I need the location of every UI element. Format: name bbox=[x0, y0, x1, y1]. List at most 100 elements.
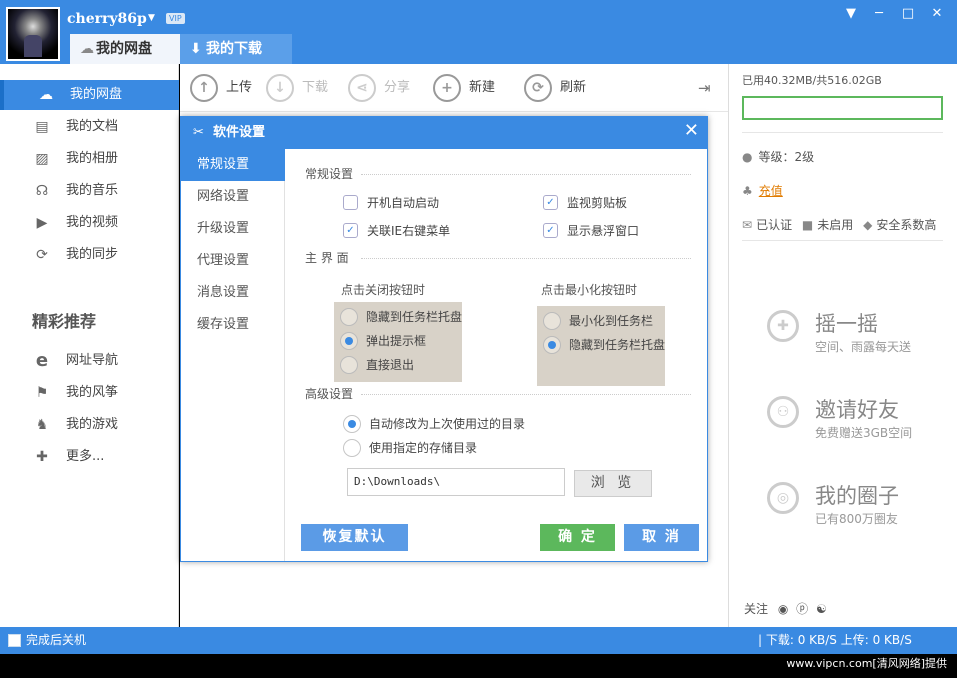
close-icon[interactable]: ✕ bbox=[684, 117, 699, 145]
verified-text[interactable]: 已认证 bbox=[756, 218, 792, 232]
promo-invite[interactable]: ⚇ 邀请好友 免费赠送3GB空间 bbox=[767, 396, 947, 456]
cancel-button[interactable]: 取 消 bbox=[624, 524, 699, 551]
status-bar: 完成后关机 | 下载: 0 KB/S 上传: 0 KB/S bbox=[0, 627, 957, 654]
min-opt-taskbar[interactable]: 最小化到任务栏 bbox=[543, 312, 653, 330]
section-main-ui: 主 界 面 bbox=[305, 251, 349, 265]
close-opt-exit[interactable]: 直接退出 bbox=[340, 356, 414, 374]
sidebar-item-label: 我的同步 bbox=[66, 247, 119, 262]
level-info: ● 等级：2级 bbox=[742, 148, 814, 165]
sidebar-item-photos[interactable]: ▨ 我的相册 bbox=[0, 144, 179, 174]
download-button[interactable]: ↓ 下载 bbox=[266, 74, 328, 102]
username[interactable]: cherry86p bbox=[67, 11, 147, 27]
qzone-icon[interactable]: ◉ bbox=[778, 602, 788, 616]
sidebar-item-games[interactable]: ♞ 我的游戏 bbox=[0, 410, 179, 440]
settings-nav: 常规设置 网络设置 升级设置 代理设置 消息设置 缓存设置 bbox=[181, 149, 285, 561]
radio-label: 隐藏到任务栏托盘 bbox=[366, 310, 463, 324]
sidebar-item-label: 网址导航 bbox=[66, 353, 119, 368]
sidebar-item-disk[interactable]: ☁ 我的网盘 bbox=[0, 80, 179, 110]
sidebar-item-docs[interactable]: ▤ 我的文档 bbox=[0, 112, 179, 142]
mail-icon: ✉ bbox=[742, 218, 753, 232]
logout-icon[interactable]: ⇥ bbox=[698, 79, 711, 97]
club-icon: ♣ bbox=[742, 184, 753, 198]
sidebar-item-more[interactable]: ✚ 更多... bbox=[0, 442, 179, 472]
sina-weibo-icon[interactable]: ☯ bbox=[816, 602, 827, 616]
friends-icon: ⚇ bbox=[767, 396, 799, 428]
radio[interactable] bbox=[340, 308, 358, 326]
promo-subtitle: 免费赠送3GB空间 bbox=[815, 426, 913, 440]
radio[interactable] bbox=[340, 332, 358, 350]
restore-defaults-button[interactable]: 恢复默认 bbox=[301, 524, 408, 551]
shutdown-checkbox[interactable] bbox=[8, 634, 21, 647]
new-button[interactable]: + 新建 bbox=[433, 74, 495, 102]
float-window-checkbox[interactable]: ✓ 显示悬浮窗口 bbox=[543, 222, 639, 240]
sidebar-item-label: 我的视频 bbox=[66, 215, 119, 230]
autostart-checkbox[interactable]: 开机自动启动 bbox=[343, 194, 439, 212]
upload-label: 上传 bbox=[226, 80, 253, 95]
avatar[interactable] bbox=[6, 7, 60, 61]
custom-dir-radio[interactable]: 使用指定的存储目录 bbox=[343, 439, 477, 457]
cloud-icon: ☁ bbox=[39, 87, 53, 103]
not-enabled-text[interactable]: 未启用 bbox=[817, 218, 853, 232]
checkbox[interactable] bbox=[343, 195, 358, 210]
maximize-icon[interactable]: □ bbox=[897, 5, 919, 23]
radio[interactable] bbox=[543, 336, 561, 354]
tab-proxy[interactable]: 代理设置 bbox=[181, 245, 285, 277]
radio[interactable] bbox=[543, 312, 561, 330]
sidebar-item-music[interactable]: ☊ 我的音乐 bbox=[0, 176, 179, 206]
checkbox[interactable]: ✓ bbox=[543, 195, 558, 210]
sidebar: ☁ 我的网盘 ▤ 我的文档 ▨ 我的相册 ☊ 我的音乐 ▶ 我的视频 ⟳ 我的同步 精彩推荐… bbox=[0, 64, 179, 627]
min-opt-tray[interactable]: 隐藏到任务栏托盘 bbox=[543, 336, 665, 354]
divider bbox=[361, 174, 691, 175]
ok-button[interactable]: 确 定 bbox=[540, 524, 615, 551]
monitor-clipboard-checkbox[interactable]: ✓ 监视剪贴板 bbox=[543, 194, 627, 212]
close-icon[interactable]: ✕ bbox=[926, 5, 948, 23]
radio[interactable] bbox=[343, 415, 361, 433]
document-icon: ▤ bbox=[35, 119, 49, 135]
share-icon: ⋖ bbox=[348, 74, 376, 102]
sidebar-item-kite[interactable]: ⚑ 我的风筝 bbox=[0, 378, 179, 408]
promo-circle[interactable]: ◎ 我的圈子 已有800万圈友 bbox=[767, 482, 947, 542]
browse-button[interactable]: 浏 览 bbox=[574, 470, 652, 497]
settings-dialog: ✂ 软件设置 ✕ 常规设置 网络设置 升级设置 代理设置 消息设置 缓存设置 常… bbox=[180, 116, 708, 562]
menu-icon[interactable]: ▼ bbox=[840, 5, 862, 23]
tab-message[interactable]: 消息设置 bbox=[181, 277, 285, 309]
sidebar-item-video[interactable]: ▶ 我的视频 bbox=[0, 208, 179, 238]
tab-general[interactable]: 常规设置 bbox=[181, 149, 285, 181]
close-opt-tray[interactable]: 隐藏到任务栏托盘 bbox=[340, 308, 462, 326]
tab-cache[interactable]: 缓存设置 bbox=[181, 309, 285, 341]
recharge-link[interactable]: 充值 bbox=[759, 184, 783, 198]
upload-button[interactable]: ↑ 上传 bbox=[190, 74, 252, 102]
auto-dir-radio[interactable]: 自动修改为上次使用过的目录 bbox=[343, 415, 525, 433]
share-button[interactable]: ⋖ 分享 bbox=[348, 74, 410, 102]
recommend-title: 精彩推荐 bbox=[32, 312, 97, 331]
promo-title: 我的圈子 bbox=[815, 484, 899, 508]
download-path-input[interactable]: D:\Downloads\ bbox=[347, 468, 565, 496]
radio[interactable] bbox=[340, 356, 358, 374]
checkbox[interactable]: ✓ bbox=[543, 223, 558, 238]
tab-my-disk[interactable]: ☁ 我的网盘 bbox=[70, 34, 180, 64]
ie-menu-checkbox[interactable]: ✓ 关联IE右键菜单 bbox=[343, 222, 450, 240]
toolbar: ↑ 上传 ↓ 下载 ⋖ 分享 + 新建 ⟳ 刷新 ⇥ bbox=[180, 64, 728, 112]
close-opt-prompt[interactable]: 弹出提示框 bbox=[340, 332, 426, 350]
tab-network[interactable]: 网络设置 bbox=[181, 181, 285, 213]
photo-icon: ▨ bbox=[35, 151, 49, 167]
chevron-down-icon[interactable]: ▼ bbox=[148, 13, 155, 23]
sidebar-item-label: 我的游戏 bbox=[66, 417, 119, 432]
promo-subtitle: 已有800万圈友 bbox=[815, 512, 898, 526]
title-bar: cherry86p ▼ VIP ☁ 我的网盘 ⬇ 我的下载 ▼ ─ □ ✕ bbox=[0, 0, 957, 64]
tencent-weibo-icon[interactable]: ⓟ bbox=[796, 602, 808, 616]
tab-my-download[interactable]: ⬇ 我的下载 bbox=[180, 34, 292, 64]
sidebar-item-label: 我的网盘 bbox=[70, 87, 123, 102]
tab-upgrade[interactable]: 升级设置 bbox=[181, 213, 285, 245]
shutdown-label[interactable]: 完成后关机 bbox=[26, 627, 86, 654]
promo-shake[interactable]: ✚ 摇一摇 空间、雨露每天送 bbox=[767, 310, 947, 370]
minimize-icon[interactable]: ─ bbox=[868, 5, 890, 23]
radio-label: 直接退出 bbox=[366, 358, 415, 372]
refresh-button[interactable]: ⟳ 刷新 bbox=[524, 74, 586, 102]
radio[interactable] bbox=[343, 439, 361, 457]
sidebar-item-sync[interactable]: ⟳ 我的同步 bbox=[0, 240, 179, 270]
checkbox[interactable]: ✓ bbox=[343, 223, 358, 238]
radio-label: 弹出提示框 bbox=[366, 334, 427, 348]
sidebar-item-nav[interactable]: e 网址导航 bbox=[0, 346, 179, 376]
sidebar-item-label: 我的文档 bbox=[66, 119, 119, 134]
